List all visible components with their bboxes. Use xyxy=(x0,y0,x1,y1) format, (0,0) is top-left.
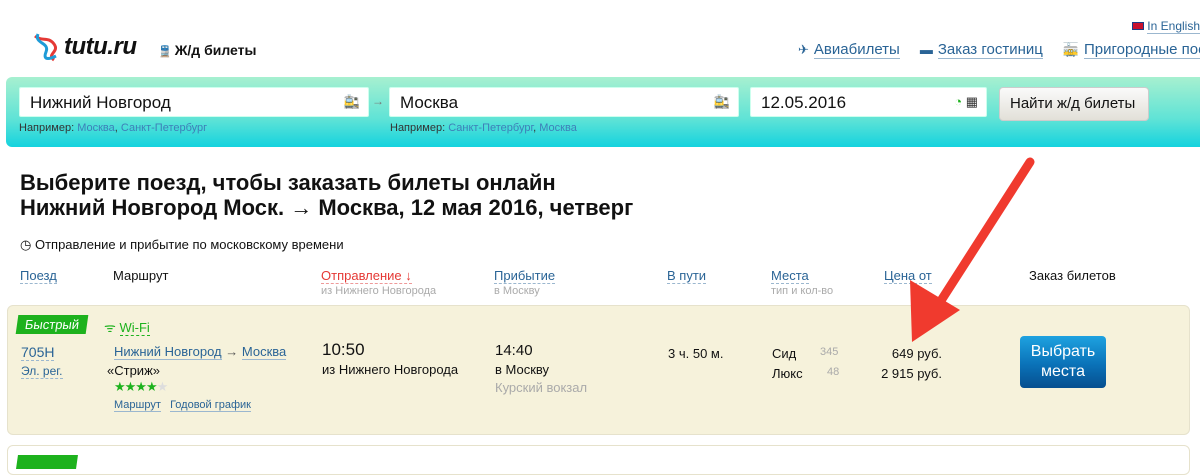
seat-count: 345 xyxy=(820,346,839,358)
to-input[interactable]: Москва 🚉 xyxy=(389,87,739,117)
plane-icon: ✈ xyxy=(798,42,809,57)
page-title: Выберите поезд, чтобы заказать билеты он… xyxy=(20,170,634,220)
seat-count: 48 xyxy=(827,366,840,378)
sort-departure[interactable]: Отправление ↓ xyxy=(321,268,412,284)
from-input[interactable]: Нижний Новгород 🚉 xyxy=(19,87,369,117)
rating-stars: ★★★★★ xyxy=(114,379,169,395)
train-icon: 🚆 xyxy=(158,46,175,58)
nav-suburban-link[interactable]: Пригородные поезда xyxy=(1084,41,1200,59)
col-sub: в Москву xyxy=(494,285,540,297)
logo[interactable]: tutu.ru xyxy=(32,32,137,62)
route-to-link[interactable]: Москва xyxy=(241,344,287,360)
nav-suburban[interactable]: 🚋 Пригородные поезда xyxy=(1062,41,1200,59)
departure-place: из Нижнего Новгорода xyxy=(322,362,459,377)
suburban-train-icon: 🚋 xyxy=(1062,42,1080,57)
train-name: «Стриж» xyxy=(107,363,160,378)
sort-arrival[interactable]: Прибытие xyxy=(494,268,556,284)
logo-icon xyxy=(34,33,57,62)
find-tickets-button[interactable]: Найти ж/д билеты xyxy=(999,87,1149,121)
section-title: 🚆 Ж/д билеты xyxy=(158,42,257,58)
arrival-station: Курский вокзал xyxy=(495,380,588,395)
bed-icon: ▬ xyxy=(919,42,933,57)
search-panel: Нижний Новгород 🚉 → Москва 🚉 12.05.2016 ◔ ▦… xyxy=(6,77,1200,147)
station-icon[interactable]: 🚉 xyxy=(714,94,730,110)
nav-hotels[interactable]: ▬ Заказ гостиниц xyxy=(919,41,1043,59)
language-switch[interactable]: In English xyxy=(1131,19,1200,34)
nav-flights-link[interactable]: Авиабилеты xyxy=(813,41,900,59)
hint-link[interactable]: Санкт-Петербург xyxy=(121,122,207,134)
seat-price: 2 915 руб. xyxy=(881,366,942,381)
nav-flights[interactable]: ✈ Авиабилеты xyxy=(798,41,900,59)
sort-seats[interactable]: Места xyxy=(771,268,809,284)
hint-link[interactable]: Москва xyxy=(539,122,577,134)
top-nav: ✈ Авиабилеты ▬ Заказ гостиниц 🚋 Пригородные… xyxy=(798,41,1200,59)
clock-icon: ◔ xyxy=(954,94,963,109)
english-link[interactable]: In English xyxy=(1147,19,1200,34)
route-from-link[interactable]: Нижний Новгород xyxy=(114,344,222,360)
arrow-icon: → xyxy=(372,94,384,108)
sort-duration[interactable]: В пути xyxy=(667,268,707,284)
hint-link[interactable]: Москва xyxy=(77,122,115,134)
star-icon: ★★★★ xyxy=(114,379,158,394)
seat-type: Сид xyxy=(772,346,797,361)
calendar-icon[interactable]: ◔ ▦ xyxy=(954,94,978,110)
sort-train[interactable]: Поезд xyxy=(20,268,57,284)
fast-badge xyxy=(16,455,78,469)
hint-link[interactable]: Санкт-Петербург xyxy=(448,122,533,134)
arrival-place: в Москву xyxy=(495,362,550,377)
train-number[interactable]: 705Н xyxy=(21,344,55,361)
col-sub: тип и кол-во xyxy=(771,285,834,297)
timezone-note: ◷ Отправление и прибытие по московскому … xyxy=(20,237,344,252)
schedule-link[interactable]: Годовой график xyxy=(170,399,251,412)
to-hints: Например: Санкт-Петербург, Москва xyxy=(390,122,577,134)
departure-time: 10:50 xyxy=(322,340,365,359)
col-sub: из Нижнего Новгорода xyxy=(321,285,437,297)
annotation-arrow-icon xyxy=(910,157,1035,342)
uk-flag-icon xyxy=(1131,22,1144,30)
fast-badge: Быстрый xyxy=(15,315,89,334)
station-icon[interactable]: 🚉 xyxy=(344,94,360,110)
seat-type: Люкс xyxy=(772,366,803,381)
nav-hotels-link[interactable]: Заказ гостиниц xyxy=(937,41,1043,59)
wifi-icon: ᯤ xyxy=(104,320,116,335)
arrival-time: 14:40 xyxy=(495,342,533,359)
clock-icon: ◷ xyxy=(20,237,32,252)
col-route: Маршрут xyxy=(113,268,169,283)
train-type[interactable]: Эл. рег. xyxy=(21,364,63,379)
train-row xyxy=(7,445,1190,475)
from-hints: Например: Москва, Санкт-Петербург xyxy=(19,122,208,134)
star-empty-icon: ★ xyxy=(156,379,169,394)
wifi-badge[interactable]: ᯤ Wi-Fi xyxy=(104,318,150,336)
route-link[interactable]: Маршрут xyxy=(114,399,161,412)
date-input[interactable]: 12.05.2016 ◔ ▦ xyxy=(750,87,987,117)
duration: 3 ч. 50 м. xyxy=(668,346,724,361)
